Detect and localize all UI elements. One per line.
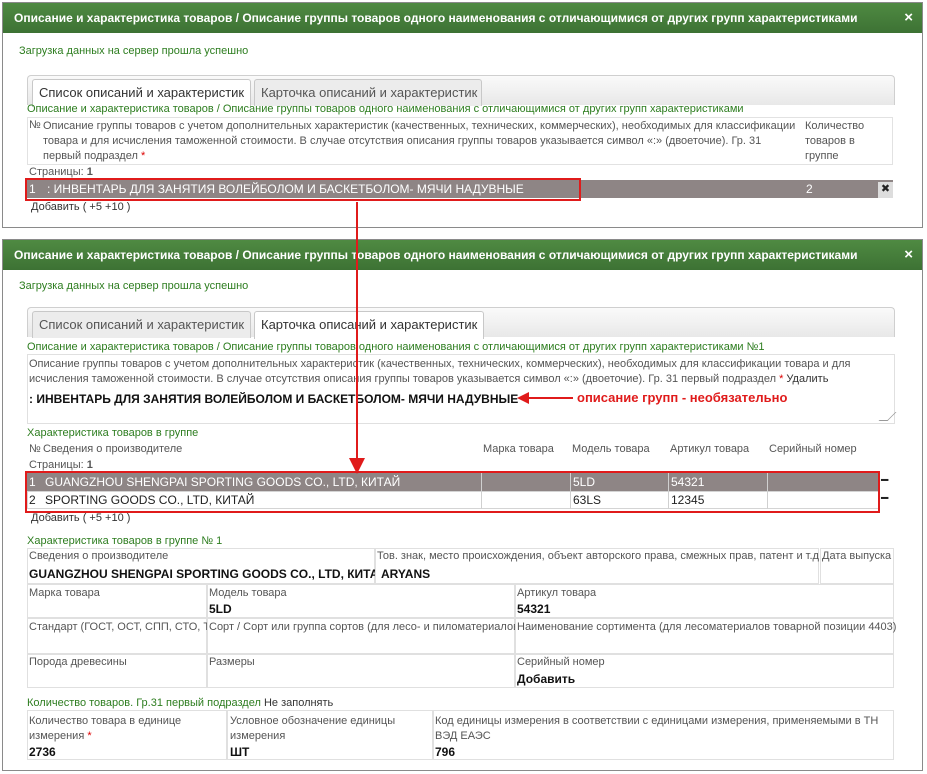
serial-label: Серийный номер	[517, 656, 605, 668]
trademark-label: Тов. знак, место происхождения, объект а…	[377, 550, 823, 562]
description-value[interactable]: : ИНВЕНТАРЬ ДЛЯ ЗАНЯТИЯ ВОЛЕЙБОЛОМ И БАС…	[29, 392, 518, 406]
tab-list[interactable]: Список описаний и характеристик	[32, 311, 251, 338]
tab-card[interactable]: Карточка описаний и характеристик	[254, 79, 482, 106]
page-number[interactable]: 1	[87, 459, 93, 471]
highlight-box	[25, 471, 880, 513]
serial-add-button[interactable]: Добавить	[517, 672, 575, 686]
maker-label: Сведения о производителе	[29, 550, 169, 562]
dialog-list: Описание и характеристика товаров / Опис…	[2, 2, 923, 228]
tab-card[interactable]: Карточка описаний и характеристик	[254, 311, 484, 339]
remove-row-icon[interactable]: ━	[881, 491, 888, 505]
col-maker: Сведения о производителе	[43, 443, 183, 455]
pagination: Страницы: 1	[29, 459, 93, 471]
add-button[interactable]: Добавить	[31, 201, 80, 213]
dialog-title: Описание и характеристика товаров / Опис…	[3, 3, 922, 33]
add-5-button[interactable]: +5	[89, 512, 102, 524]
release-date-label: Дата выпуска	[822, 550, 892, 562]
col-serial: Серийный номер	[769, 443, 857, 455]
breadcrumb: Описание и характеристика товаров / Опис…	[27, 103, 744, 115]
unit-code-value: 796	[435, 745, 456, 759]
dialog-card: Описание и характеристика товаров / Опис…	[2, 239, 923, 771]
wood-label: Порода древесины	[29, 656, 127, 668]
article-label: Артикул товара	[517, 587, 597, 599]
maker-value: GUANGZHOU SHENGPAI SPORTING GOODS CO., L…	[29, 567, 388, 581]
sort-label: Сорт / Сорт или группа сортов (для лесо-…	[209, 621, 523, 633]
brand-label: Марка товара	[29, 587, 100, 599]
col-brand: Марка товара	[483, 443, 554, 455]
annotation-text: описание групп - необязательно	[577, 390, 788, 405]
article-value: 54321	[517, 602, 551, 616]
close-icon[interactable]: ×	[904, 9, 913, 26]
annotation-arrow-icon	[517, 392, 573, 404]
add-controls: Добавить ( +5 +10 )	[31, 512, 131, 524]
assortment-label: Наименование сортимента (для лесоматериа…	[517, 621, 897, 633]
size-label: Размеры	[209, 656, 255, 668]
delete-link[interactable]: Удалить	[786, 373, 828, 385]
unit-label: Условное обозначение единицы измерения	[230, 715, 396, 742]
delete-row-icon[interactable]: ✖	[878, 182, 893, 198]
header-description: Описание группы товаров с учетом дополни…	[43, 120, 796, 162]
col-model: Модель товара	[572, 443, 650, 455]
section-title: Характеристика товаров в группе	[27, 427, 199, 439]
quantity-value: 2736	[29, 745, 56, 759]
col-num: №	[29, 443, 41, 455]
description-label: Описание группы товаров с учетом дополни…	[29, 358, 851, 385]
add-controls: Добавить ( +5 +10 )	[31, 201, 131, 213]
qty-section-title: Количество товаров. Гр.31 первый подразд…	[27, 697, 334, 709]
dialog-title: Описание и характеристика товаров / Опис…	[3, 240, 922, 270]
remove-row-icon[interactable]: ━	[881, 473, 888, 487]
tab-bar: Список описаний и характеристик Карточка…	[27, 307, 895, 339]
close-icon[interactable]: ×	[904, 246, 913, 263]
add-button[interactable]: Добавить	[31, 512, 80, 524]
col-article: Артикул товара	[670, 443, 750, 455]
header-num: №	[29, 119, 41, 131]
connector-arrow-icon	[349, 202, 365, 474]
unit-value: ШТ	[230, 745, 250, 759]
model-label: Модель товара	[209, 587, 287, 599]
success-message: Загрузка данных на сервер прошла успешно	[19, 45, 249, 57]
add-10-button[interactable]: +10	[105, 512, 124, 524]
success-message: Загрузка данных на сервер прошла успешно	[19, 280, 249, 292]
trademark-value: ARYANS	[381, 567, 431, 581]
unit-code-label: Код единицы измерения в соответствии с е…	[435, 715, 879, 742]
pagination: Страницы: 1	[29, 166, 93, 178]
model-value: 5LD	[209, 602, 232, 616]
breadcrumb: Описание и характеристика товаров / Опис…	[27, 341, 765, 353]
tab-bar: Список описаний и характеристик Карточка…	[27, 75, 895, 107]
detail-title: Характеристика товаров в группе № 1	[27, 535, 223, 547]
highlight-box	[25, 178, 581, 201]
standard-label: Стандарт (ГОСТ, ОСТ, СПП, СТО, ТУ)	[29, 621, 221, 633]
add-5-button[interactable]: +5	[89, 201, 102, 213]
quantity-label: Количество товара в единице измерения *	[29, 715, 182, 742]
page-number[interactable]: 1	[87, 166, 93, 178]
row-count: 2	[806, 182, 813, 196]
header-count: Количество товаров в группе	[805, 120, 865, 162]
add-10-button[interactable]: +10	[105, 201, 124, 213]
